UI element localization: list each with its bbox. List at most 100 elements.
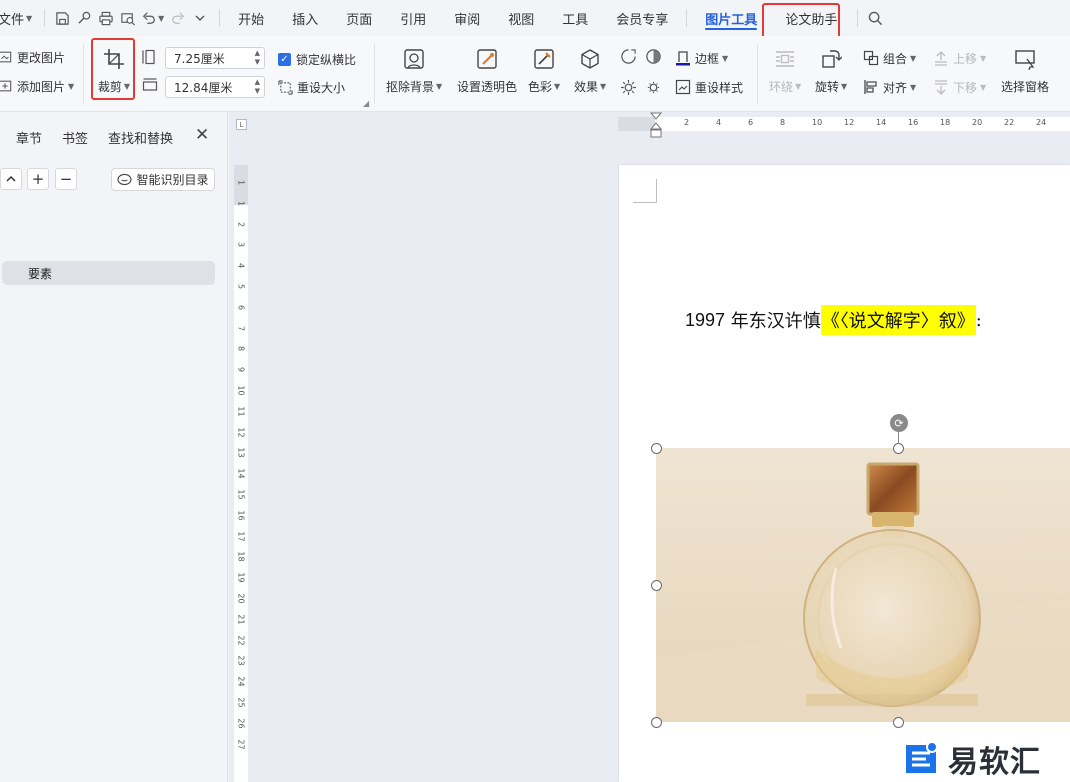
ai-toc-icon bbox=[117, 173, 133, 186]
group-icon bbox=[862, 49, 880, 67]
perfume-bottle-image bbox=[656, 448, 1070, 722]
nav-tab-chapters[interactable]: 章节 bbox=[16, 128, 42, 147]
format-painter-icon[interactable] bbox=[73, 0, 95, 36]
reset-style-button[interactable]: 重设样式 bbox=[674, 78, 743, 96]
set-transparent-button[interactable]: 设置透明色 bbox=[457, 46, 517, 95]
document-page[interactable]: 1997 年东汉许慎 《〈说文解字〉叙》 : ⟳ bbox=[619, 165, 1070, 782]
tab-review[interactable]: 审阅 bbox=[440, 0, 494, 36]
nav-item-elements[interactable]: 要素 bbox=[2, 261, 215, 285]
color-label: 色彩 bbox=[528, 80, 553, 94]
send-backward-button[interactable]: 下移 ▼ bbox=[932, 78, 986, 96]
ai-toc-button[interactable]: 智能识别目录 bbox=[111, 168, 215, 191]
color-button[interactable]: 色彩 ▼ bbox=[528, 46, 560, 95]
close-icon[interactable]: ✕ bbox=[195, 125, 209, 145]
undo-icon[interactable]: ▼ bbox=[139, 0, 167, 36]
tab-label: 插入 bbox=[292, 12, 319, 28]
tab-member[interactable]: 会员专享 bbox=[602, 0, 682, 36]
ruler-tick-label: 23 bbox=[236, 655, 246, 666]
selected-image[interactable] bbox=[656, 448, 1070, 722]
lock-ratio-checkbox[interactable]: ✓ 锁定纵横比 bbox=[278, 51, 356, 68]
size-dialog-launcher-icon[interactable]: ◢ bbox=[363, 99, 369, 108]
expand-plus-button[interactable]: + bbox=[27, 168, 49, 190]
width-input[interactable]: 7.25厘米 ▲ ▼ bbox=[165, 47, 265, 69]
effects-label: 效果 bbox=[574, 80, 599, 94]
height-input[interactable]: 12.84厘米 ▲ ▼ bbox=[165, 76, 265, 98]
tab-label: 图片工具 bbox=[705, 12, 758, 28]
save-icon[interactable] bbox=[51, 0, 73, 36]
file-menu[interactable]: 文件 ▼ bbox=[0, 0, 38, 36]
tab-picture-tools[interactable]: 图片工具 bbox=[691, 0, 771, 36]
chevron-up-icon bbox=[6, 175, 16, 182]
text-run-end: : bbox=[975, 309, 982, 331]
change-picture-button[interactable]: 更改图片 bbox=[0, 48, 65, 66]
redo-icon[interactable] bbox=[167, 0, 189, 36]
tab-thesis-assistant[interactable]: 论文助手 bbox=[771, 0, 851, 36]
brightness-down-icon[interactable] bbox=[645, 79, 662, 96]
contrast-up-icon[interactable] bbox=[620, 48, 637, 65]
tab-references[interactable]: 引用 bbox=[386, 0, 440, 36]
resize-handle-top[interactable] bbox=[893, 443, 904, 454]
ai-toc-label: 智能识别目录 bbox=[136, 173, 209, 187]
tab-page[interactable]: 页面 bbox=[332, 0, 386, 36]
brightness-up-icon[interactable] bbox=[620, 79, 637, 96]
crop-button[interactable]: 裁剪 ▼ bbox=[96, 46, 132, 95]
tab-label: 论文助手 bbox=[785, 12, 838, 28]
stepper-arrows-icon[interactable]: ▲ ▼ bbox=[255, 49, 260, 67]
tab-stop-selector[interactable]: L bbox=[236, 119, 247, 130]
resize-handle-bottom[interactable] bbox=[893, 717, 904, 728]
rotate-button[interactable]: 旋转 ▼ bbox=[815, 46, 847, 95]
tab-view[interactable]: 视图 bbox=[494, 0, 548, 36]
ruler-tick-label: 13 bbox=[236, 447, 246, 458]
bring-forward-icon bbox=[932, 49, 950, 67]
width-value: 7.25厘米 bbox=[174, 51, 225, 66]
stepper-arrows-icon[interactable]: ▲ ▼ bbox=[255, 78, 260, 96]
document-paragraph[interactable]: 1997 年东汉许慎 《〈说文解字〉叙》 : bbox=[685, 305, 982, 335]
watermark-logo-icon bbox=[906, 741, 938, 773]
ruler-tick-label: 2 bbox=[236, 221, 246, 227]
tab-home[interactable]: 开始 bbox=[224, 0, 278, 36]
border-button[interactable]: 边框 ▼ bbox=[674, 49, 728, 67]
selection-pane-button[interactable]: 选择窗格 bbox=[1001, 46, 1049, 95]
indent-marker-icon[interactable] bbox=[649, 112, 663, 145]
add-picture-button[interactable]: 添加图片 ▼ bbox=[0, 77, 74, 95]
rotate-handle-icon[interactable]: ⟳ bbox=[890, 414, 908, 432]
wrap-text-button[interactable]: 环绕 ▼ bbox=[769, 46, 801, 95]
chevron-down-icon: ▼ bbox=[910, 53, 917, 63]
ruler-tick-label: 12 bbox=[844, 118, 855, 127]
search-icon[interactable] bbox=[864, 0, 886, 36]
collapse-minus-button[interactable]: − bbox=[55, 168, 77, 190]
group-button[interactable]: 组合 ▼ bbox=[862, 49, 916, 67]
resize-handle-left[interactable] bbox=[651, 580, 662, 591]
align-button[interactable]: 对齐 ▼ bbox=[862, 78, 916, 96]
chevron-down-icon: ▼ bbox=[841, 82, 848, 91]
text-run: 年东汉许慎 bbox=[725, 311, 821, 332]
print-preview-icon[interactable] bbox=[117, 0, 139, 36]
send-backward-label: 下移 bbox=[953, 80, 978, 95]
tab-tools[interactable]: 工具 bbox=[548, 0, 602, 36]
tab-insert[interactable]: 插入 bbox=[278, 0, 332, 36]
remove-background-button[interactable]: 抠除背景 ▼ bbox=[386, 46, 442, 95]
reset-size-button[interactable]: 重设大小 bbox=[276, 78, 345, 96]
resize-handle-top-left[interactable] bbox=[651, 443, 662, 454]
change-picture-label: 更改图片 bbox=[17, 50, 66, 65]
resize-handle-bottom-left[interactable] bbox=[651, 717, 662, 728]
watermark-text: 易软汇 bbox=[948, 745, 1041, 780]
ruler-tick-label: 22 bbox=[1004, 118, 1015, 127]
print-icon[interactable] bbox=[95, 0, 117, 36]
effects-button[interactable]: 效果 ▼ bbox=[574, 46, 606, 95]
nav-tab-find-replace[interactable]: 查找和替换 bbox=[108, 128, 173, 147]
ribbon: 更改图片 添加图片 ▼ 裁剪 ▼ 7.25厘米 ▲ ▼ 12.84厘米 ▲ ▼ ✓ … bbox=[0, 36, 1070, 112]
contrast-down-icon[interactable] bbox=[645, 48, 662, 65]
divider bbox=[686, 9, 688, 27]
tab-label: 页面 bbox=[346, 12, 373, 28]
nav-tab-bookmarks[interactable]: 书签 bbox=[62, 128, 88, 147]
lock-ratio-label: 锁定纵横比 bbox=[296, 53, 357, 67]
wrap-label: 环绕 bbox=[769, 80, 794, 94]
ruler-tick-label: 25 bbox=[236, 697, 246, 708]
bring-forward-button[interactable]: 上移 ▼ bbox=[932, 49, 986, 67]
collapse-button[interactable] bbox=[0, 168, 22, 190]
border-label: 边框 bbox=[695, 51, 720, 66]
ruler-tick-label: 24 bbox=[1036, 118, 1047, 127]
rotate-icon bbox=[818, 46, 844, 72]
more-dropdown-icon[interactable] bbox=[189, 0, 211, 36]
